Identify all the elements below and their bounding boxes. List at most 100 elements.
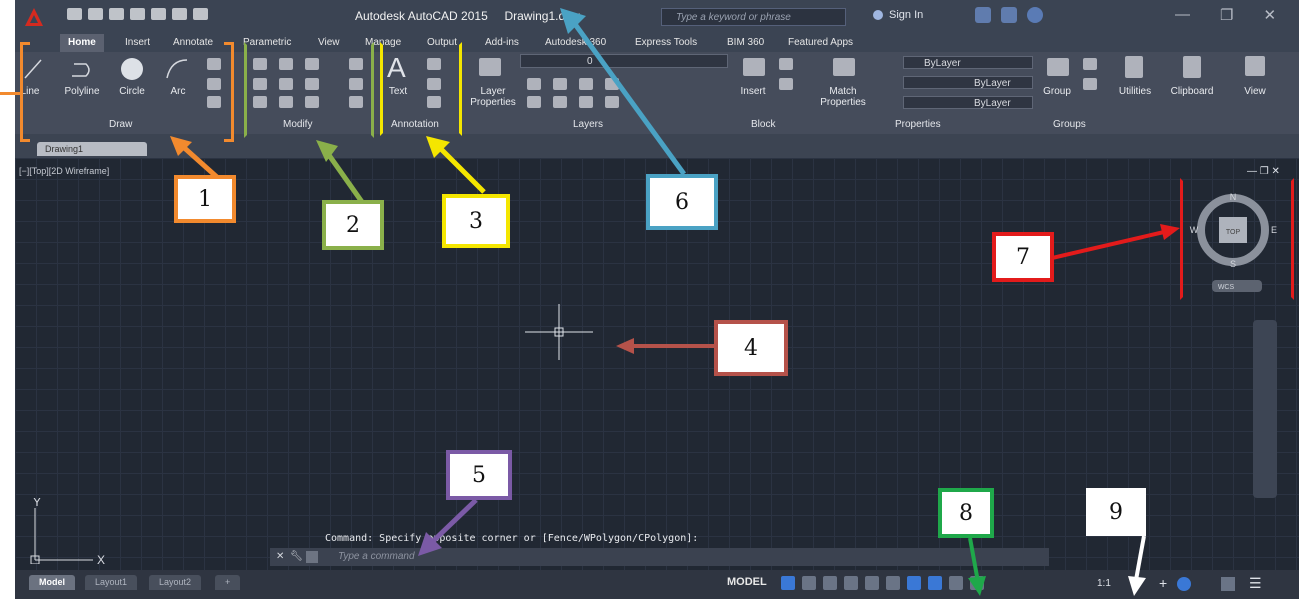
groups-panel-title[interactable]: Groups xyxy=(1053,119,1086,130)
model-tab[interactable]: Model xyxy=(29,575,75,590)
clipboard-label[interactable]: Clipboard xyxy=(1165,86,1219,97)
save-as-icon[interactable] xyxy=(130,8,145,20)
properties-panel-title[interactable]: Properties xyxy=(895,119,941,130)
app-menu-logo-icon[interactable] xyxy=(23,6,45,28)
isolate-objects-icon[interactable] xyxy=(1177,577,1191,591)
layer-properties-label[interactable]: Layer Properties xyxy=(467,86,519,108)
save-icon[interactable] xyxy=(109,8,124,20)
annotation-scale[interactable]: 1:1 xyxy=(1097,578,1111,589)
tab-add-ins[interactable]: Add-ins xyxy=(485,34,519,52)
new-file-icon[interactable] xyxy=(67,8,82,20)
layout1-tab[interactable]: Layout1 xyxy=(85,575,138,590)
group-label[interactable]: Group xyxy=(1037,86,1077,97)
annotation-bracket-1-top-right xyxy=(224,42,234,45)
annotation-label-7: 7 xyxy=(992,232,1054,282)
annotation-label-2: 2 xyxy=(322,200,384,250)
minimize-icon[interactable]: — xyxy=(1175,6,1190,24)
annotation-arrow-7 xyxy=(1052,224,1180,260)
customization-menu-icon[interactable]: ☰ xyxy=(1249,575,1262,592)
annotation-arrow-4 xyxy=(616,338,716,354)
make-current-icon[interactable] xyxy=(527,96,541,108)
annotation-arrow-6 xyxy=(560,8,687,176)
command-input[interactable]: Type a command xyxy=(338,548,415,566)
utilities-icon[interactable] xyxy=(1125,56,1143,78)
clean-screen-icon[interactable] xyxy=(1221,577,1235,591)
annotation-label-1: 1 xyxy=(174,175,236,223)
viewport-controls[interactable]: [−][Top][2D Wireframe] xyxy=(19,166,109,176)
sign-in-label: Sign In xyxy=(889,9,924,21)
annotation-label-6: 6 xyxy=(646,174,718,230)
layer-properties-icon[interactable] xyxy=(479,58,501,76)
block-panel-title[interactable]: Block xyxy=(751,119,775,130)
lineweight-dropdown[interactable]: ByLayer xyxy=(903,76,1033,89)
annotation-visibility-icon[interactable] xyxy=(928,576,942,590)
command-line: ✕ 🔧︎ Type a command xyxy=(270,548,1049,566)
linetype-dropdown[interactable]: ByLayer xyxy=(903,96,1033,109)
crosshair-cursor xyxy=(525,304,593,360)
restore-icon[interactable]: ❐ xyxy=(1220,6,1233,24)
status-toggles xyxy=(781,576,984,590)
view-label[interactable]: View xyxy=(1237,86,1273,97)
print-icon[interactable] xyxy=(151,8,166,20)
help-icon[interactable] xyxy=(1027,7,1043,23)
isodraft-icon[interactable] xyxy=(865,576,879,590)
annotation-bracket-2 xyxy=(244,42,374,138)
utilities-label[interactable]: Utilities xyxy=(1109,86,1161,97)
tab-bim-360[interactable]: BIM 360 xyxy=(727,34,764,52)
sign-in[interactable]: Sign In xyxy=(873,9,923,21)
layout2-tab[interactable]: Layout2 xyxy=(149,575,202,590)
y-axis-label: Y xyxy=(33,498,41,509)
color-dropdown[interactable]: ByLayer xyxy=(903,56,1033,69)
insert-label[interactable]: Insert xyxy=(735,86,771,97)
view-icon[interactable] xyxy=(1245,56,1265,76)
status-bar: Model Layout1 Layout2 + MODEL 1:1 + ☰ xyxy=(15,570,1299,599)
ungroup-icon[interactable] xyxy=(1083,58,1097,70)
match-properties-icon[interactable] xyxy=(833,58,855,76)
exchange-apps-icon[interactable] xyxy=(975,7,991,23)
command-customize-icon[interactable]: 🔧︎ xyxy=(290,548,303,566)
annotation-label-5: 5 xyxy=(446,450,512,500)
quick-access-toolbar xyxy=(67,8,208,20)
close-icon[interactable]: ✕ xyxy=(1263,6,1276,24)
insert-block-icon[interactable] xyxy=(743,58,765,76)
create-block-icon[interactable] xyxy=(779,58,793,70)
polar-icon[interactable] xyxy=(844,576,858,590)
object-snap-tracking-icon[interactable] xyxy=(886,576,900,590)
navigation-bar[interactable] xyxy=(1253,320,1277,498)
command-close-icon[interactable]: ✕ xyxy=(276,548,284,566)
grid-icon[interactable] xyxy=(781,576,795,590)
match-properties-line2: Properties xyxy=(820,97,866,108)
group-icon[interactable] xyxy=(1047,58,1069,76)
viewport-window-controls[interactable]: — ❐ ✕ xyxy=(1247,166,1280,177)
object-snap-icon[interactable] xyxy=(907,576,921,590)
model-space-toggle[interactable]: MODEL xyxy=(727,576,767,588)
group-edit-icon[interactable] xyxy=(1083,78,1097,90)
clipboard-icon[interactable] xyxy=(1183,56,1201,78)
x-axis-label: X xyxy=(97,553,105,564)
annotation-arrow-5 xyxy=(418,498,478,556)
plus-icon[interactable]: + xyxy=(1159,575,1167,591)
annotation-line-1 xyxy=(0,92,20,95)
annotation-bracket-1-top-left xyxy=(20,42,30,45)
annotation-label-8: 8 xyxy=(938,488,994,538)
new-layout-tab[interactable]: + xyxy=(215,575,241,590)
open-file-icon[interactable] xyxy=(88,8,103,20)
layer-off-icon[interactable] xyxy=(527,78,541,90)
snap-icon[interactable] xyxy=(802,576,816,590)
annotation-bracket-1 xyxy=(20,42,234,142)
app-title: Autodesk AutoCAD 2015 xyxy=(355,9,488,23)
undo-icon[interactable] xyxy=(172,8,187,20)
redo-icon[interactable] xyxy=(193,8,208,20)
annotation-arrow-8 xyxy=(968,537,986,596)
command-history: Command: Specify opposite corner or [Fen… xyxy=(325,533,699,544)
match-properties-label[interactable]: Match Properties xyxy=(815,86,871,108)
annotation-label-9: 9 xyxy=(1086,488,1146,536)
ucs-icon: Y X xyxy=(30,498,105,564)
ortho-icon[interactable] xyxy=(823,576,837,590)
recent-commands-icon[interactable] xyxy=(306,551,318,563)
document-tab[interactable]: Drawing1 xyxy=(37,142,147,156)
edit-block-icon[interactable] xyxy=(779,78,793,90)
tab-featured-apps[interactable]: Featured Apps xyxy=(788,34,853,52)
layer-properties-line1: Layer xyxy=(480,86,506,97)
stay-connected-icon[interactable] xyxy=(1001,7,1017,23)
